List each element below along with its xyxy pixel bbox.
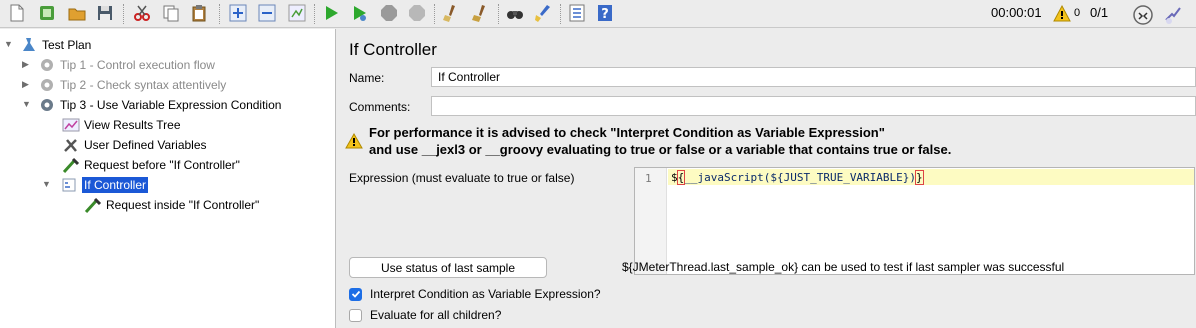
toolbar-separator xyxy=(560,4,561,24)
performance-warning: For performance it is advised to check "… xyxy=(369,124,951,158)
gear-icon xyxy=(38,97,56,113)
name-field[interactable]: If Controller xyxy=(431,67,1196,87)
tree-node-tip-3[interactable]: ▼ Tip 3 - Use Variable Expression Condit… xyxy=(22,95,282,115)
warning-icon xyxy=(345,133,363,149)
start-icon[interactable] xyxy=(320,2,342,24)
collapse-icon[interactable] xyxy=(256,2,278,24)
start-no-pause-icon[interactable] xyxy=(348,2,370,24)
expression-editor[interactable]: 1 ${__javaScript(${JUST_TRUE_VARIABLE})} xyxy=(634,167,1195,275)
tree-node-label: Request before "If Controller" xyxy=(84,158,240,172)
code-variable: ${JUST_TRUE_VARIABLE} xyxy=(770,171,910,184)
toolbar-separator xyxy=(314,4,315,24)
line-number: 1 xyxy=(645,172,652,185)
chevron-right-icon[interactable]: ▶ xyxy=(22,79,29,90)
reset-search-icon[interactable] xyxy=(532,2,554,24)
new-icon[interactable] xyxy=(6,2,28,24)
if-controller-panel: If Controller Name: If Controller Commen… xyxy=(337,29,1196,328)
chevron-down-icon[interactable]: ▼ xyxy=(22,99,31,109)
toolbar-separator xyxy=(219,4,220,24)
interpret-condition-checkbox[interactable] xyxy=(349,287,362,301)
tree-node-if-controller[interactable]: ▼ If Controller xyxy=(42,175,149,195)
tree-node-test-plan[interactable]: ▼ Test Plan xyxy=(4,35,91,55)
save-icon[interactable] xyxy=(94,2,116,24)
help-icon[interactable]: ? xyxy=(594,2,616,24)
open-icon[interactable] xyxy=(66,2,88,24)
interpret-condition-label: Interpret Condition as Variable Expressi… xyxy=(370,287,601,301)
clear-icon[interactable] xyxy=(440,2,462,24)
warning-count: 0 xyxy=(1074,7,1081,19)
tree-node-request-inside[interactable]: Request inside "If Controller" xyxy=(84,195,259,215)
check-icon xyxy=(351,290,360,298)
shutdown-icon[interactable] xyxy=(406,2,428,24)
tree-node-label: User Defined Variables xyxy=(84,138,207,152)
code-function: __javaScript( xyxy=(684,171,771,184)
chevron-down-icon[interactable]: ▼ xyxy=(42,179,51,189)
toolbar-separator xyxy=(498,4,499,24)
tree-node-view-results-tree[interactable]: View Results Tree xyxy=(62,115,181,135)
code-prefix: $ xyxy=(671,171,678,184)
templates-icon[interactable] xyxy=(36,2,58,24)
gear-icon xyxy=(38,57,56,73)
warning-line-1: For performance it is advised to check "… xyxy=(369,125,885,140)
elapsed-timer: 00:00:01 xyxy=(991,5,1042,20)
clear-all-icon[interactable] xyxy=(468,2,490,24)
tree-node-user-defined-variables[interactable]: User Defined Variables xyxy=(62,135,207,155)
expression-code[interactable]: ${__javaScript(${JUST_TRUE_VARIABLE})} xyxy=(671,170,924,185)
name-label: Name: xyxy=(349,71,385,85)
evaluate-all-children-row[interactable]: Evaluate for all children? xyxy=(349,308,501,322)
tree-node-label: Request inside "If Controller" xyxy=(106,198,260,212)
cut-icon[interactable] xyxy=(131,2,153,24)
pipette-icon xyxy=(84,197,102,213)
last-sample-hint: ${JMeterThread.last_sample_ok} can be us… xyxy=(622,260,1065,274)
toggle-icon[interactable] xyxy=(286,2,308,24)
remote-engines-icon[interactable] xyxy=(1132,4,1154,26)
chevron-down-icon[interactable]: ▼ xyxy=(4,39,13,49)
tree-node-label: If Controller xyxy=(82,177,149,193)
copy-icon[interactable] xyxy=(160,2,182,24)
comments-field[interactable] xyxy=(431,96,1196,116)
tree-node-request-before[interactable]: Request before "If Controller" xyxy=(62,155,240,175)
chart-icon xyxy=(62,117,80,133)
search-icon[interactable] xyxy=(504,2,526,24)
tree-node-label: Test Plan xyxy=(42,38,92,52)
stop-icon[interactable] xyxy=(378,2,400,24)
test-plan-icon xyxy=(20,37,38,53)
interpret-condition-row[interactable]: Interpret Condition as Variable Expressi… xyxy=(349,287,601,301)
expand-icon[interactable] xyxy=(227,2,249,24)
tree-node-tip-1[interactable]: ▶ Tip 1 - Control execution flow xyxy=(22,55,215,75)
line-gutter: 1 xyxy=(635,168,667,274)
log-viewer-icon[interactable] xyxy=(1162,4,1184,26)
evaluate-all-children-label: Evaluate for all children? xyxy=(370,308,502,322)
gear-icon xyxy=(38,77,56,93)
code-brace-close: } xyxy=(915,170,924,185)
use-last-sample-button[interactable]: Use status of last sample xyxy=(349,257,547,278)
thread-count: 0/1 xyxy=(1090,5,1109,20)
controller-icon xyxy=(60,177,78,193)
toolbar: ? 00:00:01 0 0/1 xyxy=(0,0,1196,28)
paste-icon[interactable] xyxy=(188,2,210,24)
expression-label: Expression (must evaluate to true or fal… xyxy=(349,171,575,185)
tree-node-label: Tip 2 - Check syntax attentively xyxy=(60,78,227,92)
toolbar-separator xyxy=(123,4,124,24)
tree-node-tip-2[interactable]: ▶ Tip 2 - Check syntax attentively xyxy=(22,75,227,95)
function-helper-icon[interactable] xyxy=(566,2,588,24)
evaluate-all-children-checkbox[interactable] xyxy=(349,308,362,322)
wrench-icon xyxy=(62,137,80,153)
toolbar-separator xyxy=(434,4,435,24)
svg-text:?: ? xyxy=(601,7,609,22)
warning-line-2: and use __jexl3 or __groovy evaluating t… xyxy=(369,142,952,157)
tree-node-label: Tip 1 - Control execution flow xyxy=(60,58,215,72)
panel-title: If Controller xyxy=(349,40,437,59)
tree-node-label: Tip 3 - Use Variable Expression Conditio… xyxy=(60,98,282,112)
comments-label: Comments: xyxy=(349,100,411,114)
tree-node-label: View Results Tree xyxy=(84,118,181,132)
warning-icon[interactable] xyxy=(1052,4,1072,24)
pipette-icon xyxy=(62,157,80,173)
test-plan-tree: ▼ Test Plan ▶ Tip 1 - Control execution … xyxy=(0,29,336,328)
chevron-right-icon[interactable]: ▶ xyxy=(22,59,29,70)
